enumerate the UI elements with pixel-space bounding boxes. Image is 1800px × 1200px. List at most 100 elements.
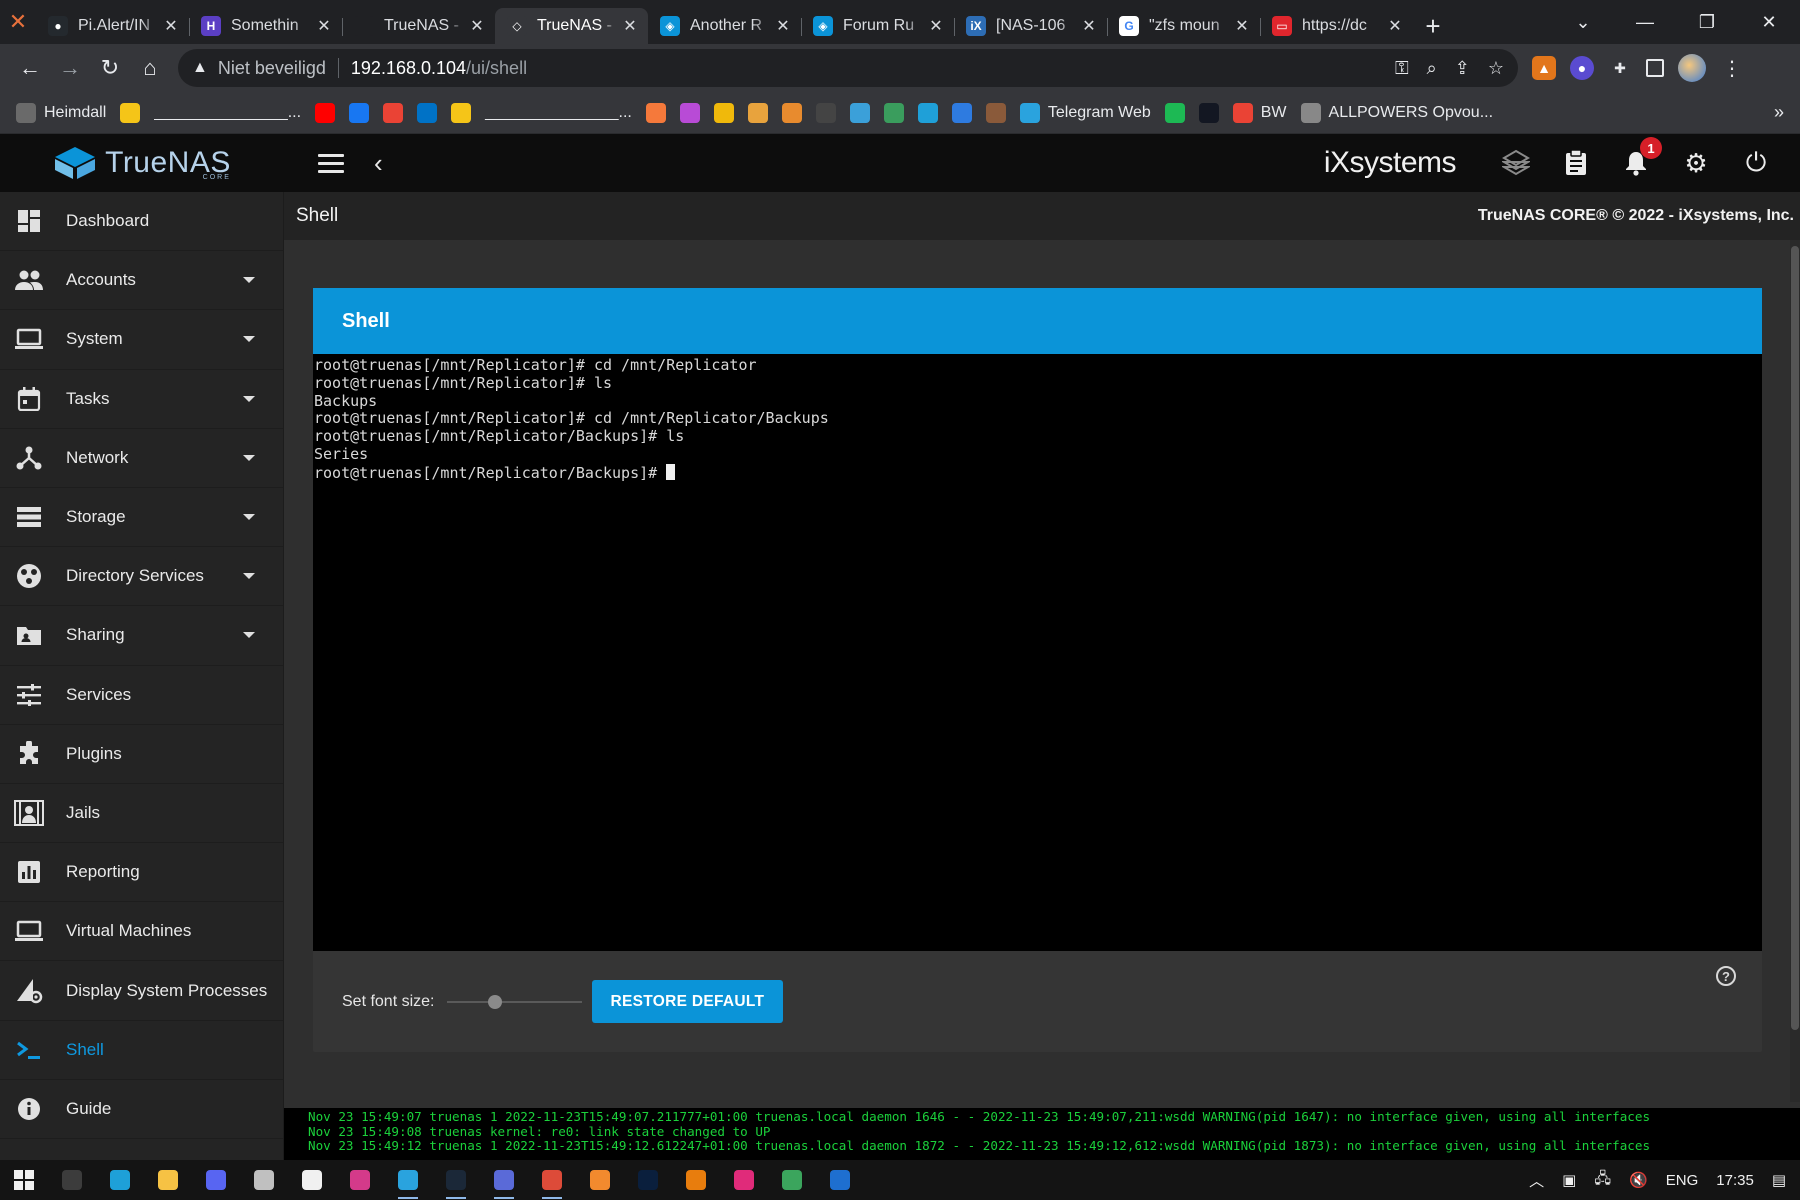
sidebar-item-accounts[interactable]: Accounts xyxy=(0,251,283,311)
browser-tab[interactable]: ▭ https://dc ✕ xyxy=(1260,8,1413,44)
key-icon[interactable]: ⚿ xyxy=(1395,58,1409,79)
taskbar-app-7-icon[interactable] xyxy=(336,1160,384,1200)
browser-tab[interactable]: ◈ Another R ✕ xyxy=(648,8,801,44)
sidebar-item-tasks[interactable]: Tasks xyxy=(0,370,283,429)
taskbar-sublime-icon[interactable] xyxy=(576,1160,624,1200)
bookmark-item[interactable] xyxy=(349,102,370,123)
taskbar-ccleaner-icon[interactable] xyxy=(96,1160,144,1200)
volume-muted-icon[interactable]: 🔇 xyxy=(1629,1171,1648,1189)
taskbar-task-view-icon[interactable] xyxy=(48,1160,96,1200)
notifications-center-icon[interactable]: ▤ xyxy=(1772,1171,1786,1189)
tray-app-icon[interactable]: ▣ xyxy=(1562,1171,1576,1189)
terminal[interactable]: root@truenas[/mnt/Replicator]# cd /mnt/R… xyxy=(313,354,1762,951)
taskbar-notepad-icon[interactable] xyxy=(288,1160,336,1200)
chevron-down-icon[interactable] xyxy=(243,573,255,580)
bookmark-item[interactable]: BW xyxy=(1232,102,1287,123)
taskbar-explorer-icon[interactable] xyxy=(144,1160,192,1200)
zoom-icon[interactable]: ⌕ xyxy=(1427,58,1437,79)
browser-tab[interactable]: iX [NAS-106 ✕ xyxy=(954,8,1107,44)
sidebar-item-dashboard[interactable]: Dashboard xyxy=(0,192,283,252)
bookmark-item[interactable]: Telegram Web xyxy=(1019,102,1151,123)
notifications-bell-icon[interactable]: 1 xyxy=(1622,137,1662,177)
terminal-prompt-line[interactable]: root@truenas[/mnt/Replicator/Backups]# xyxy=(314,463,1762,483)
browser-menu-icon[interactable]: ⋮ xyxy=(1720,56,1744,80)
bookmark-item[interactable] xyxy=(315,102,336,123)
bookmark-item[interactable]: Heimdall xyxy=(16,102,106,123)
clock[interactable]: 17:35 xyxy=(1716,1172,1754,1189)
address-bar[interactable]: ▲ Niet beveiligd 192.168.0.104/ui/shell … xyxy=(178,49,1518,87)
sidebar-item-directory-services[interactable]: Directory Services xyxy=(0,547,283,607)
bookmark-item[interactable] xyxy=(781,102,802,123)
bookmark-item[interactable]: _______________... xyxy=(154,104,301,122)
chevron-down-icon[interactable] xyxy=(243,632,255,639)
share-icon[interactable]: ⇪ xyxy=(1455,58,1470,79)
extension-icon[interactable]: ● xyxy=(1570,56,1594,80)
sidebar-item-network[interactable]: Network xyxy=(0,429,283,488)
sidebar-item-guide[interactable]: Guide xyxy=(0,1080,283,1139)
back-button[interactable]: ← xyxy=(10,48,50,88)
app-switcher-icon[interactable]: ✕ xyxy=(0,0,36,44)
taskbar-app-10-icon[interactable] xyxy=(480,1160,528,1200)
bookmark-item[interactable] xyxy=(417,102,438,123)
sidebar-item-plugins[interactable]: Plugins xyxy=(0,725,283,784)
sidebar-item-virtual-machines[interactable]: Virtual Machines xyxy=(0,902,283,962)
url-text[interactable]: 192.168.0.104/ui/shell xyxy=(351,58,527,79)
more-bookmarks-icon[interactable]: » xyxy=(1774,102,1784,123)
tab-close-icon[interactable]: ✕ xyxy=(926,16,946,36)
chevron-down-icon[interactable] xyxy=(243,277,255,284)
tab-close-icon[interactable]: ✕ xyxy=(161,16,181,36)
bookmark-item[interactable] xyxy=(883,102,904,123)
page-scrollbar-thumb[interactable] xyxy=(1791,246,1799,1030)
taskbar-app-16-icon[interactable] xyxy=(768,1160,816,1200)
truecommand-icon[interactable] xyxy=(1502,149,1530,177)
slider-track[interactable] xyxy=(446,1000,582,1003)
bookmark-item[interactable] xyxy=(1164,102,1185,123)
warning-icon[interactable]: ▲ xyxy=(192,59,208,77)
language-indicator[interactable]: ENG xyxy=(1666,1172,1699,1189)
security-status[interactable]: Niet beveiligd xyxy=(218,58,326,79)
sidebar-item-reporting[interactable]: Reporting xyxy=(0,843,283,903)
collapse-sidebar-icon[interactable]: ‹ xyxy=(374,148,383,179)
sidebar-item-system[interactable]: System xyxy=(0,310,283,370)
network-icon[interactable]: 🖧 xyxy=(1594,1168,1611,1193)
browser-tab[interactable]: H Somethin ✕ xyxy=(189,8,342,44)
task-manager-icon[interactable] xyxy=(1562,149,1590,177)
taskbar-discord-icon[interactable] xyxy=(192,1160,240,1200)
sidebar-item-shell[interactable]: Shell xyxy=(0,1021,283,1080)
restore-default-button[interactable]: RESTORE DEFAULT xyxy=(591,980,784,1023)
taskbar-app-5-icon[interactable] xyxy=(240,1160,288,1200)
sidebar-item-sharing[interactable]: Sharing xyxy=(0,606,283,666)
tab-close-icon[interactable]: ✕ xyxy=(1232,16,1252,36)
side-panel-icon[interactable] xyxy=(1646,59,1664,77)
bookmark-item[interactable] xyxy=(383,102,404,123)
taskbar-app-17-icon[interactable] xyxy=(816,1160,864,1200)
tab-search-icon[interactable]: ⌄ xyxy=(1552,0,1614,44)
profile-avatar[interactable] xyxy=(1678,54,1706,82)
sidebar-item-storage[interactable]: Storage xyxy=(0,488,283,548)
ixsystems-logo[interactable]: iXsystems xyxy=(1324,146,1457,180)
bookmark-item[interactable] xyxy=(451,102,472,123)
bookmark-item[interactable] xyxy=(849,102,870,123)
menu-toggle-icon[interactable] xyxy=(318,153,344,173)
sidebar-item-services[interactable]: Services xyxy=(0,666,283,725)
bookmark-item[interactable] xyxy=(985,102,1006,123)
star-icon[interactable]: ☆ xyxy=(1488,58,1504,79)
minimize-button[interactable]: — xyxy=(1614,0,1676,44)
home-button[interactable]: ⌂ xyxy=(130,48,170,88)
bookmark-item[interactable] xyxy=(120,102,141,123)
font-size-slider[interactable] xyxy=(446,992,582,1012)
taskbar-steam-icon[interactable] xyxy=(432,1160,480,1200)
start-button[interactable] xyxy=(0,1160,48,1200)
forward-button[interactable]: → xyxy=(50,48,90,88)
taskbar-photoshop-icon[interactable] xyxy=(624,1160,672,1200)
bookmark-item[interactable] xyxy=(713,102,734,123)
metamask-extension-icon[interactable]: ▲ xyxy=(1532,56,1556,80)
browser-tab[interactable]: TrueNAS - ✕ xyxy=(342,8,495,44)
power-icon[interactable]: ⏻ xyxy=(1742,147,1770,177)
chevron-down-icon[interactable] xyxy=(243,336,255,343)
slider-knob[interactable] xyxy=(488,994,503,1009)
chevron-down-icon[interactable] xyxy=(243,395,255,402)
taskbar-chrome-icon[interactable] xyxy=(528,1160,576,1200)
bookmark-item[interactable] xyxy=(1198,102,1219,123)
browser-tab[interactable]: ◈ Forum Ru ✕ xyxy=(801,8,954,44)
